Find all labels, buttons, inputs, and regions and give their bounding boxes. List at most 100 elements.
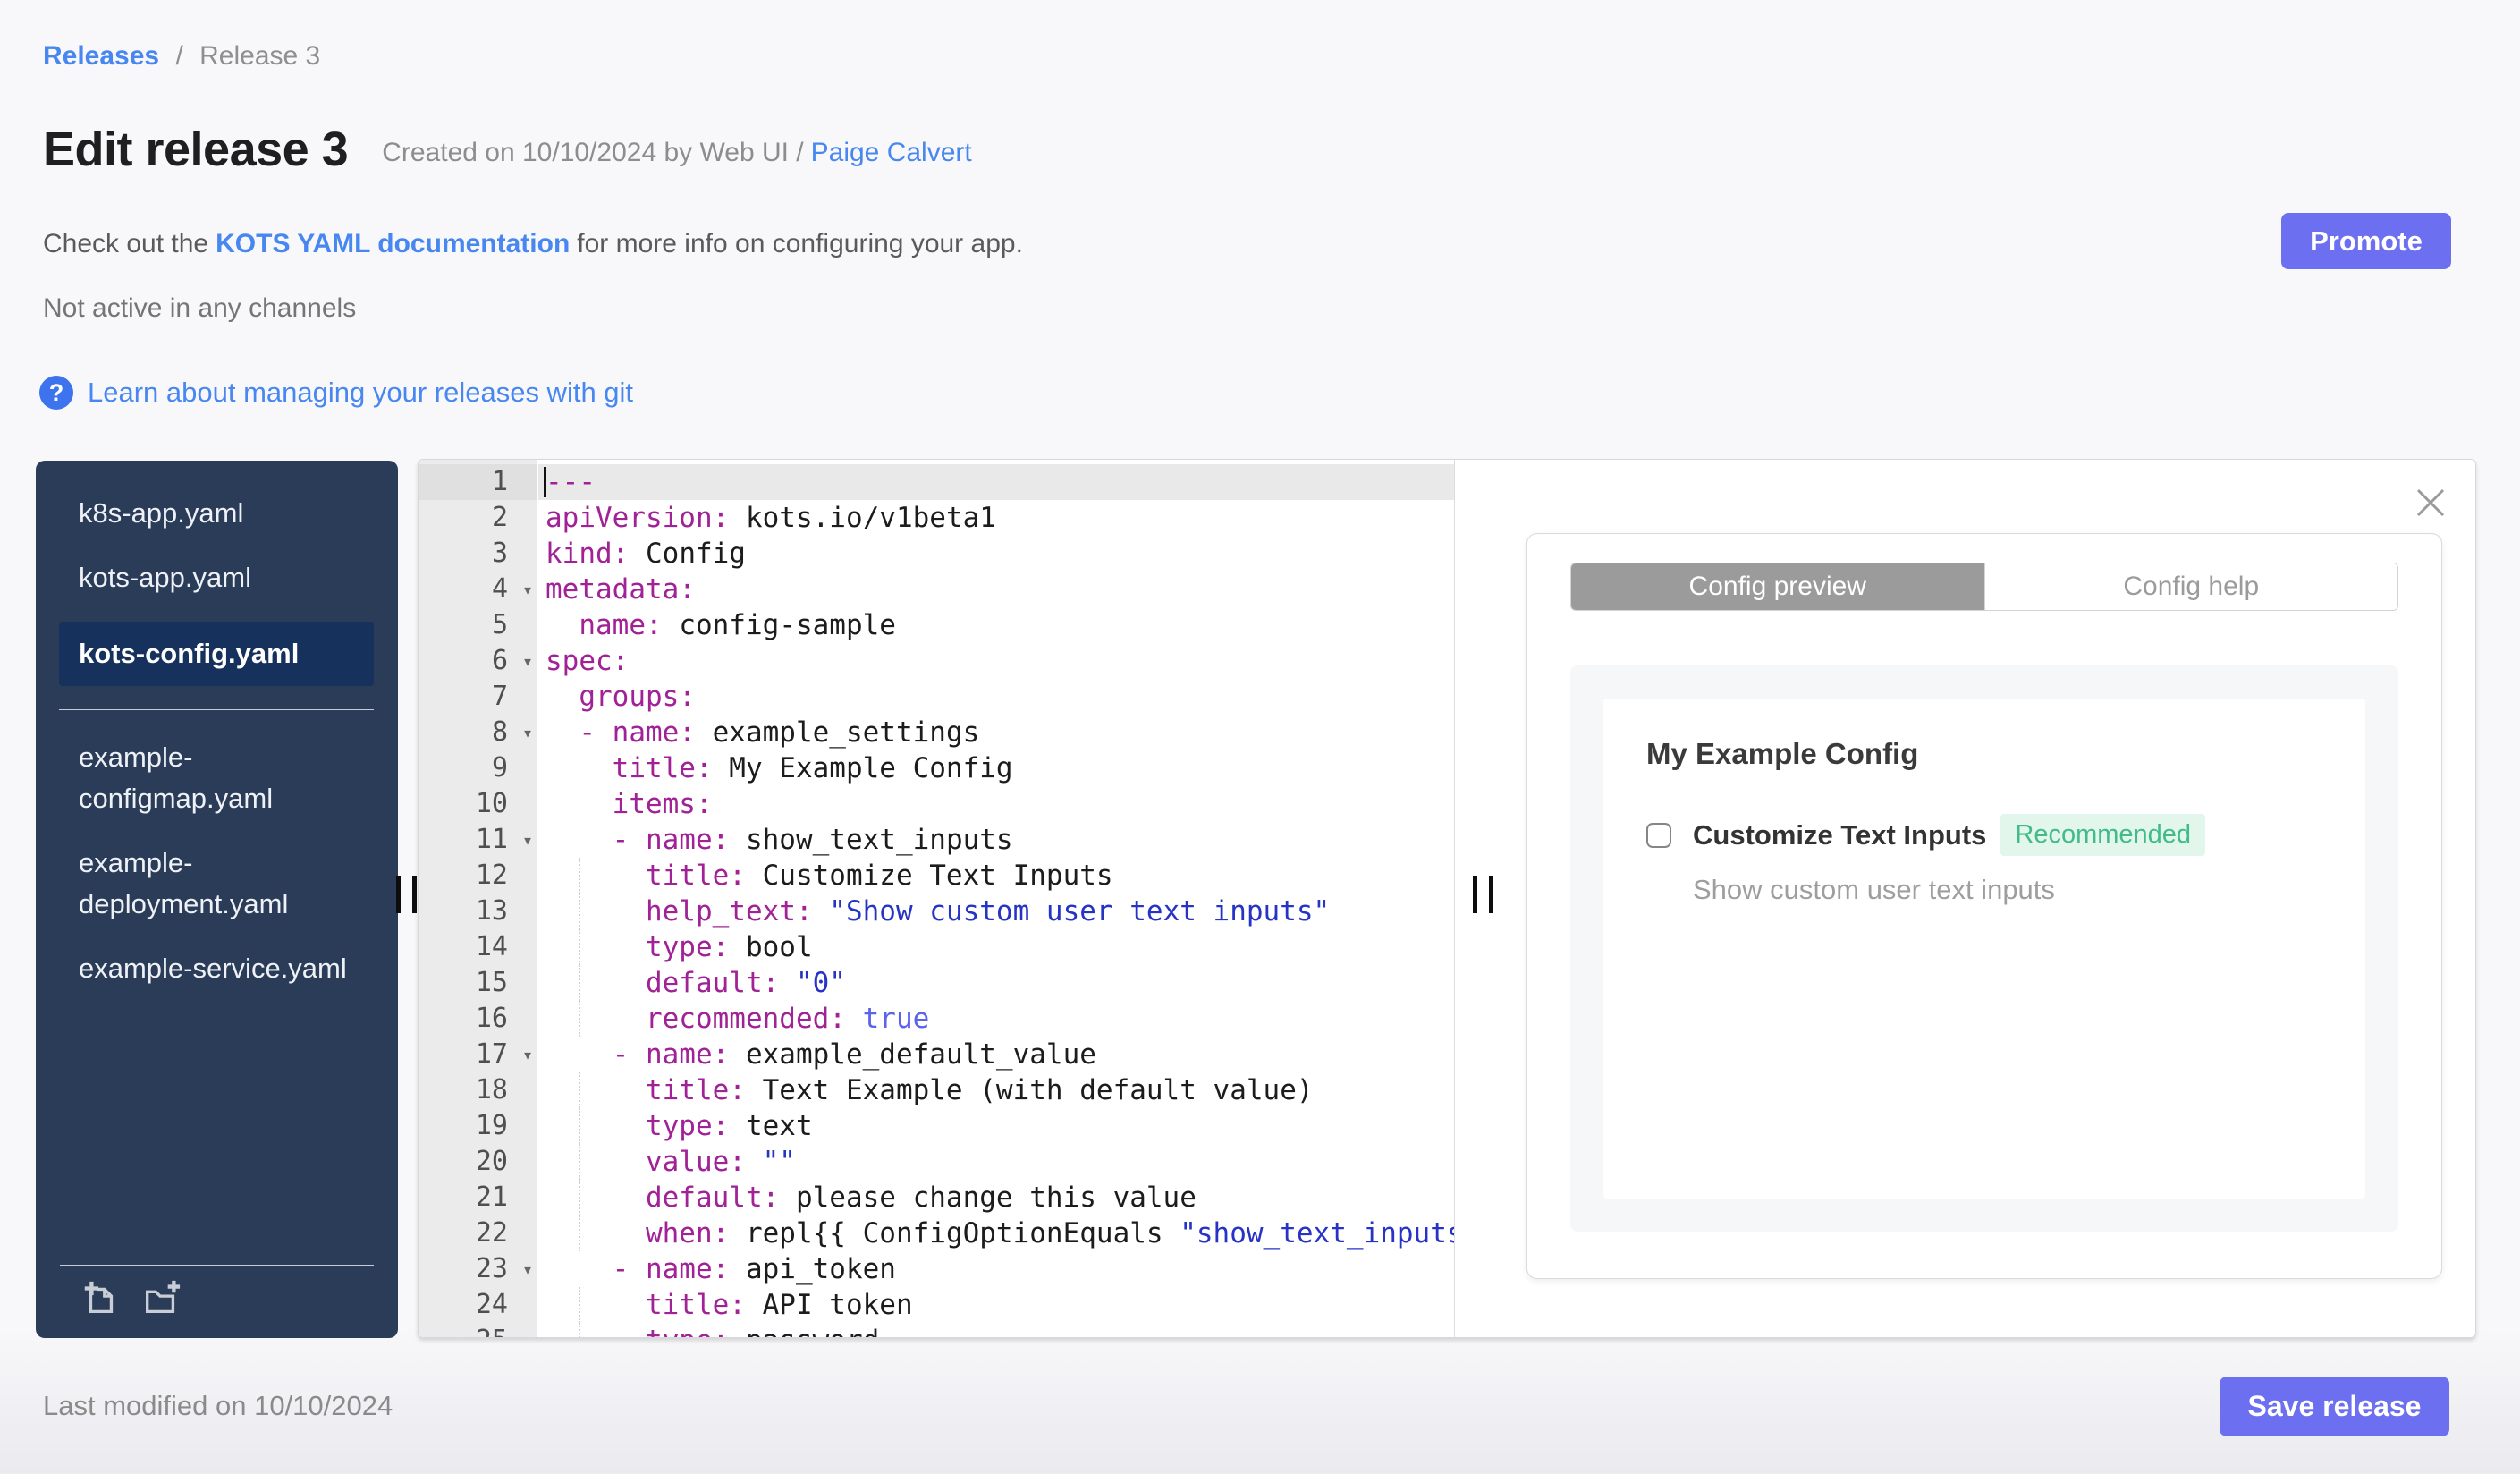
promote-button[interactable]: Promote (2281, 213, 2451, 269)
tab-config-help[interactable]: Config help (1983, 563, 2397, 610)
code-line[interactable]: type: bool (538, 929, 1454, 965)
new-file-icon[interactable] (80, 1278, 121, 1319)
code-line[interactable]: - name: example_default_value (538, 1037, 1454, 1072)
tab-config-preview[interactable]: Config preview (1571, 563, 1984, 610)
code-line[interactable]: title: API token (538, 1287, 1454, 1323)
line-number: 18 (475, 1074, 508, 1106)
line-number: 2 (491, 502, 508, 533)
code-line[interactable]: kind: Config (538, 536, 1454, 572)
code-line[interactable]: - name: example_settings (538, 715, 1454, 750)
recommended-badge: Recommended (2000, 814, 2206, 856)
fold-caret-icon[interactable]: ▾ (522, 1037, 533, 1072)
last-modified-text: Last modified on 10/10/2024 (43, 1390, 393, 1421)
line-number: 23 ▾ (419, 1251, 537, 1287)
breadcrumb-releases-link[interactable]: Releases (43, 41, 159, 71)
code-line[interactable]: apiVersion: kots.io/v1beta1 (538, 500, 1454, 536)
code-line[interactable]: --- (538, 464, 1454, 500)
line-number: 3 (491, 538, 508, 569)
line-number: 8 ▾ (419, 715, 537, 750)
docs-line-suffix: for more info on configuring your app. (577, 229, 1023, 258)
file-sidebar: k8s-app.yaml kots-app.yaml kots-config.yam… (36, 461, 398, 1338)
code-line[interactable]: metadata: (538, 572, 1454, 607)
code-line[interactable]: type: text (538, 1108, 1454, 1144)
line-number: 13 (475, 895, 508, 927)
line-number: 17 ▾ (419, 1037, 537, 1072)
close-preview-button[interactable] (2411, 483, 2450, 522)
question-mark-icon: ? (39, 376, 73, 410)
fold-caret-icon[interactable]: ▾ (522, 643, 533, 679)
line-number: 9 (491, 752, 508, 784)
config-preview-pane: Config preview Config help My Example Con… (1454, 460, 2475, 1337)
code-line[interactable]: title: My Example Config (538, 750, 1454, 786)
line-number: 14 (475, 931, 508, 962)
line-number: 24 (475, 1289, 508, 1320)
fold-caret-icon[interactable]: ▾ (522, 1251, 533, 1287)
config-preview-panel: Config preview Config help My Example Con… (1526, 533, 2442, 1279)
fold-caret-icon[interactable]: ▾ (522, 715, 533, 750)
file-item[interactable]: k8s-app.yaml (79, 493, 356, 534)
code-line[interactable]: title: Customize Text Inputs (538, 858, 1454, 894)
code-line[interactable]: items: (538, 786, 1454, 822)
config-preview-body: My Example Config Customize Text Inputs … (1570, 665, 2398, 1232)
code-line[interactable]: groups: (538, 679, 1454, 715)
line-number: 5 (491, 609, 508, 640)
sidebar-actions (60, 1265, 374, 1324)
line-number: 11 ▾ (419, 822, 537, 858)
config-tabs: Config preview Config help (1570, 563, 2398, 611)
save-release-button[interactable]: Save release (2220, 1377, 2449, 1436)
code-line[interactable]: name: config-sample (538, 607, 1454, 643)
new-folder-icon[interactable] (140, 1278, 182, 1319)
editor-code-area[interactable]: --- apiVersion: kots.io/v1beta1 kind: Conf… (538, 460, 1454, 1337)
code-line[interactable]: recommended: true (538, 1001, 1454, 1037)
code-line[interactable]: when: repl{{ ConfigOptionEquals "show_te… (538, 1216, 1454, 1251)
file-item[interactable]: example-configmap.yaml (79, 737, 356, 819)
left-resize-handle[interactable] (396, 874, 432, 915)
config-option-help-text: Show custom user text inputs (1693, 874, 2055, 905)
git-help-link-label[interactable]: Learn about managing your releases with … (88, 377, 633, 409)
breadcrumb-separator: / (175, 41, 183, 71)
code-line[interactable]: default: "0" (538, 965, 1454, 1001)
channel-status-text: Not active in any channels (43, 293, 357, 323)
file-item[interactable]: kots-config.yaml (59, 622, 374, 686)
line-number: 15 (475, 967, 508, 998)
line-number: 16 (475, 1003, 508, 1034)
code-line[interactable]: title: Text Example (with default value) (538, 1072, 1454, 1108)
code-line[interactable]: value: "" (538, 1144, 1454, 1180)
close-icon (2416, 488, 2445, 517)
created-text: Created on 10/10/2024 by Web UI / (382, 138, 804, 168)
fold-caret-icon[interactable]: ▾ (522, 572, 533, 607)
line-number: 25 (419, 1323, 537, 1337)
docs-line: Check out the KOTS YAML documentation for … (43, 229, 1023, 259)
code-line[interactable]: spec: (538, 643, 1454, 679)
code-line[interactable]: - name: show_text_inputs (538, 822, 1454, 858)
git-releases-help-link[interactable]: ? Learn about managing your releases wit… (39, 376, 633, 410)
breadcrumb: Releases / Release 3 (43, 41, 320, 72)
release-editor-page: Releases / Release 3 Edit release 3 Crea… (0, 0, 2520, 1474)
config-option-label: Customize Text Inputs (1693, 818, 1987, 851)
file-list: k8s-app.yaml kots-app.yaml kots-config.yam… (36, 461, 398, 989)
breadcrumb-current: Release 3 (199, 41, 321, 71)
file-item[interactable]: example-deployment.yaml (79, 843, 356, 925)
file-item[interactable]: kots-app.yaml (79, 557, 356, 598)
code-line[interactable]: help_text: "Show custom user text inputs… (538, 894, 1454, 929)
customize-text-inputs-checkbox[interactable] (1646, 822, 1671, 848)
line-number: 21 (475, 1182, 508, 1213)
created-info: Created on 10/10/2024 by Web UI / Paige C… (382, 138, 972, 176)
fold-caret-icon[interactable]: ▾ (522, 822, 533, 858)
docs-line-prefix: Check out the (43, 229, 209, 258)
editor-workspace: 1 2 3 4 ▾ 5 6 ▾ 7 8 ▾ 9 10 11 ▾ 12 13 14 15 16 17 ▾ 18 19 20 21 22… (418, 459, 2476, 1338)
code-line[interactable]: type: password (538, 1323, 1454, 1337)
code-line[interactable]: - name: api_token (538, 1251, 1454, 1287)
line-number: 10 (475, 788, 508, 819)
editor-gutter: 1 2 3 4 ▾ 5 6 ▾ 7 8 ▾ 9 10 11 ▾ 12 13 14 15 16 17 ▾ 18 19 20 21 22… (419, 460, 537, 1337)
kots-yaml-docs-link[interactable]: KOTS YAML documentation (216, 229, 570, 258)
line-number: 6 ▾ (419, 643, 537, 679)
created-by-link[interactable]: Paige Calvert (811, 138, 972, 167)
code-line[interactable]: default: please change this value (538, 1180, 1454, 1216)
line-number: 7 (491, 681, 508, 712)
line-number: 20 (475, 1146, 508, 1177)
file-list-divider (59, 709, 374, 710)
right-resize-handle[interactable] (1473, 874, 1509, 915)
page-title: Edit release 3 (43, 123, 349, 176)
file-item[interactable]: example-service.yaml (79, 948, 356, 989)
